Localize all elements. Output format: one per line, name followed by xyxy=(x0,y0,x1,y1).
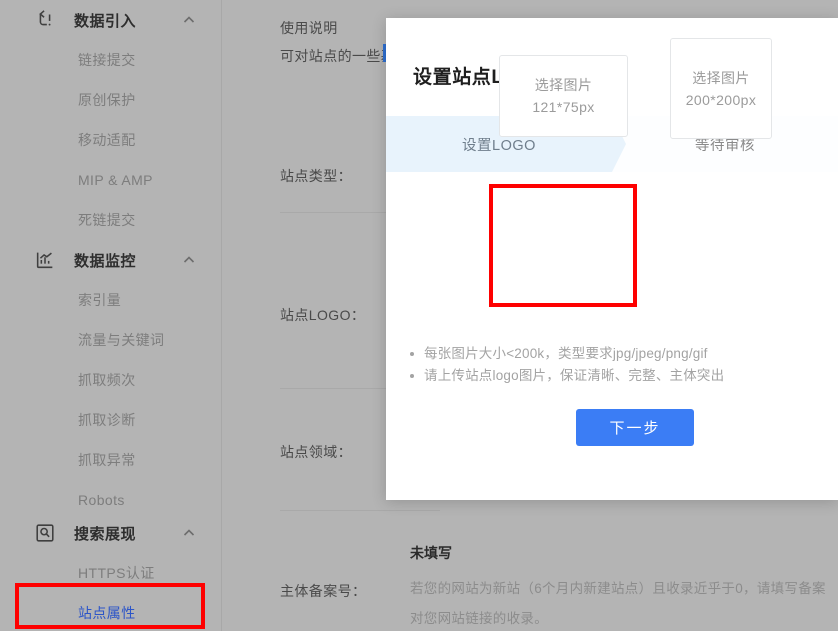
sidebar-item-crawl-diagnosis[interactable]: 抓取诊断 xyxy=(0,400,222,440)
logo-uploader-121x75[interactable]: 选择图片 121*75px xyxy=(499,55,628,137)
uploader-action-label: 选择图片 xyxy=(534,77,593,93)
field-row-divider xyxy=(280,510,440,511)
sidebar-item-original-protect[interactable]: 原创保护 xyxy=(0,80,222,120)
field-label-site-type: 站点类型： xyxy=(280,168,352,184)
usage-instructions-desc: 可对站点的一些基 xyxy=(280,48,396,64)
next-step-button[interactable]: 下一步 xyxy=(576,409,694,446)
logo-uploader-200x200[interactable]: 选择图片 200*200px xyxy=(670,38,772,139)
sidebar-item-traffic-keyword[interactable]: 流量与关键词 xyxy=(0,320,222,360)
sidebar-item-mip-amp[interactable]: MIP & AMP xyxy=(0,160,222,200)
sidebar-group-label: 数据引入 xyxy=(74,12,137,30)
sidebar-item-crawl-error[interactable]: 抓取异常 xyxy=(0,440,222,480)
upload-hints-list: 每张图片大小<200k，类型要求jpg/jpeg/png/gif 请上传站点lo… xyxy=(410,343,724,387)
value-not-filled: 未填写 xyxy=(410,545,452,561)
sidebar-item-index-volume[interactable]: 索引量 xyxy=(0,280,222,320)
field-label-icp-number: 主体备案号： xyxy=(280,583,367,599)
sidebar-navigation: 数据引入 链接提交 原创保护 移动适配 MIP & AMP 死链提交 数据监控 … xyxy=(0,0,222,631)
search-display-icon xyxy=(34,522,56,544)
upload-hint-item: 每张图片大小<200k，类型要求jpg/jpeg/png/gif xyxy=(410,343,724,365)
sidebar-item-crawl-frequency[interactable]: 抓取频次 xyxy=(0,360,222,400)
sidebar-item-site-attributes[interactable]: 站点属性 xyxy=(0,593,222,631)
sidebar-group-search-display[interactable]: 搜索展现 xyxy=(0,513,222,553)
sidebar-item-link-submit[interactable]: 链接提交 xyxy=(0,40,222,80)
chart-monitor-icon xyxy=(34,249,56,271)
upload-hint-item: 请上传站点logo图片，保证清晰、完整、主体突出 xyxy=(410,365,724,387)
field-label-site-logo: 站点LOGO： xyxy=(280,307,366,323)
sidebar-group-label: 搜索展现 xyxy=(74,525,137,543)
uploader-action-label: 选择图片 xyxy=(692,69,750,86)
sidebar-group-label: 数据监控 xyxy=(74,252,137,270)
chevron-up-icon[interactable] xyxy=(182,253,196,267)
field-label-site-field: 站点领域： xyxy=(280,444,352,460)
chevron-up-icon[interactable] xyxy=(182,13,196,27)
set-site-logo-dialog: 设置站点LOGO 设置LOGO 等待审核 选择图片 121*75px 选择图片 … xyxy=(386,18,838,500)
icp-help-line-1: 若您的网站为新站（6个月内新建站点）且收录近乎于0，请填写备案 xyxy=(410,581,826,596)
sidebar-group-data-monitor[interactable]: 数据监控 xyxy=(0,240,222,280)
chevron-up-icon[interactable] xyxy=(182,526,196,540)
data-import-icon xyxy=(34,9,56,31)
uploader-size-label: 200*200px xyxy=(685,91,757,108)
uploader-size-label: 121*75px xyxy=(532,99,595,115)
app-screenshot: 数据引入 链接提交 原创保护 移动适配 MIP & AMP 死链提交 数据监控 … xyxy=(0,0,838,631)
sidebar-group-data-import[interactable]: 数据引入 xyxy=(0,0,222,40)
icp-help-line-2: 对您网站链接的收录。 xyxy=(410,611,548,626)
sidebar-item-mobile-adapt[interactable]: 移动适配 xyxy=(0,120,222,160)
sidebar-item-dead-link[interactable]: 死链提交 xyxy=(0,200,222,240)
usage-instructions-title: 使用说明 xyxy=(280,20,338,36)
sidebar-item-https-auth[interactable]: HTTPS认证 xyxy=(0,553,222,593)
